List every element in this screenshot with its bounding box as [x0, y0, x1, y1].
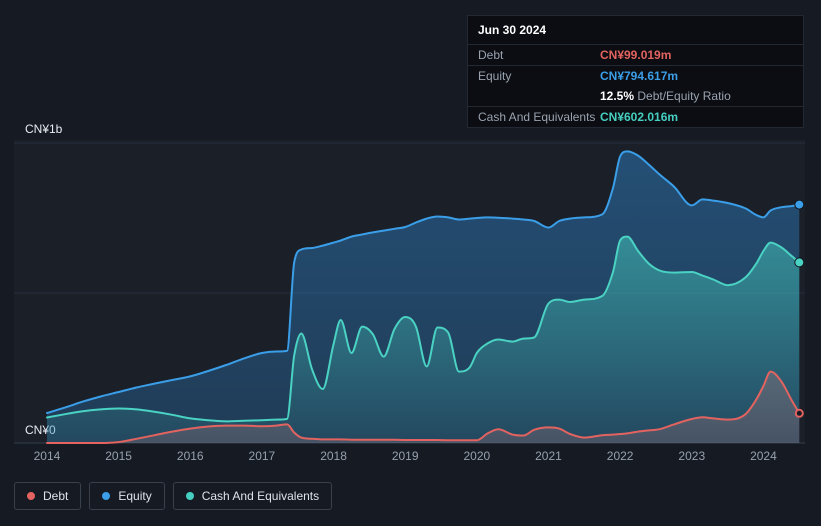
x-axis-label-2018: 2018: [320, 449, 347, 463]
tooltip-row-cash: Cash And Equivalents CN¥602.016m: [468, 107, 803, 127]
chart-page: Jun 30 2024 Debt CN¥99.019m Equity CN¥79…: [0, 0, 821, 526]
tooltip-row-ratio: 12.5% Debt/Equity Ratio: [468, 86, 803, 107]
x-axis-label-2022: 2022: [606, 449, 634, 463]
legend: Debt Equity Cash And Equivalents: [14, 482, 333, 510]
legend-equity[interactable]: Equity: [89, 482, 165, 510]
legend-cash-and-equivalents[interactable]: Cash And Equivalents: [172, 482, 333, 510]
plot-area[interactable]: [14, 140, 805, 444]
x-axis-label-2019: 2019: [391, 449, 419, 463]
tooltip: Jun 30 2024 Debt CN¥99.019m Equity CN¥79…: [467, 15, 804, 128]
tooltip-row-equity: Equity CN¥794.617m: [468, 66, 803, 86]
x-axis-label-2023: 2023: [678, 449, 706, 463]
tooltip-debt-label: Debt: [478, 48, 504, 62]
legend-debt[interactable]: Debt: [14, 482, 82, 510]
cash-and-equivalents-end-marker: [794, 257, 805, 268]
y-axis-label-top: CN¥1b: [25, 122, 63, 136]
tooltip-ratio-value: 12.5%: [600, 89, 635, 103]
legend-dot: [185, 492, 194, 500]
tooltip-cash-label: Cash And Equivalents: [478, 110, 596, 124]
tooltip-debt-value: CN¥99.019m: [600, 48, 672, 62]
legend-dot: [27, 492, 35, 500]
debt-end-marker: [794, 408, 804, 418]
tooltip-equity-value: CN¥794.617m: [600, 69, 679, 83]
tooltip-cash-value: CN¥602.016m: [600, 110, 679, 124]
x-axis-label-2016: 2016: [176, 449, 204, 463]
x-axis-label-2024: 2024: [750, 449, 777, 463]
tooltip-equity-label: Equity: [478, 69, 512, 83]
legend-label: Cash And Equivalents: [201, 489, 320, 503]
tooltip-row-debt: Debt CN¥99.019m: [468, 45, 803, 66]
x-axis-label-2017: 2017: [248, 449, 276, 463]
x-axis-label-2014: 2014: [33, 449, 61, 463]
x-axis-label-2015: 2015: [105, 449, 132, 463]
tooltip-ratio-label: Debt/Equity Ratio: [637, 89, 731, 103]
tooltip-date: Jun 30 2024: [468, 16, 803, 45]
legend-label: Equity: [118, 489, 152, 503]
legend-dot: [102, 492, 111, 500]
tooltip-ratio: 12.5% Debt/Equity Ratio: [600, 89, 731, 103]
chart-canvas[interactable]: [14, 140, 805, 450]
equity-end-marker: [794, 199, 805, 210]
legend-label: Debt: [43, 489, 69, 503]
x-axis-label-2020: 2020: [463, 449, 491, 463]
x-axis-label-2021: 2021: [535, 449, 562, 463]
